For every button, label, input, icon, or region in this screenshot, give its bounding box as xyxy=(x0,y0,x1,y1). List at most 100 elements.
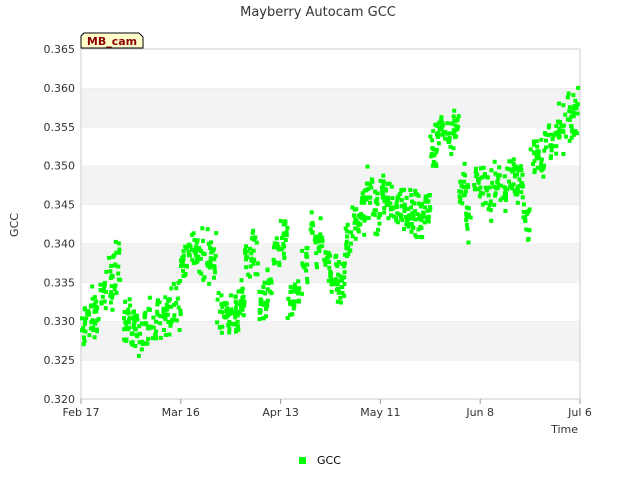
gcc-point xyxy=(329,289,334,294)
gcc-point xyxy=(288,299,293,304)
gcc-point xyxy=(434,147,439,152)
gcc-point xyxy=(411,225,416,230)
gcc-point xyxy=(459,189,464,194)
x-tick-label: Mar 16 xyxy=(162,406,200,419)
gcc-point xyxy=(365,164,370,169)
gcc-point xyxy=(418,224,423,229)
gcc-point xyxy=(554,151,559,156)
gcc-point xyxy=(126,311,131,316)
gcc-point xyxy=(145,341,150,346)
gcc-point xyxy=(507,167,512,172)
gcc-point xyxy=(137,340,142,345)
gcc-point xyxy=(402,227,406,231)
gcc-point xyxy=(544,138,548,143)
gcc-point xyxy=(167,332,172,337)
gcc-point xyxy=(262,280,267,285)
gcc-point xyxy=(272,261,277,266)
gcc-point xyxy=(402,205,407,210)
gcc-point xyxy=(571,93,576,98)
gcc-point xyxy=(394,201,399,206)
gcc-point xyxy=(92,295,97,300)
gcc-point xyxy=(466,240,471,245)
gcc-point xyxy=(140,321,144,326)
gcc-point xyxy=(414,192,419,197)
gcc-point xyxy=(541,174,546,179)
gcc-point xyxy=(461,193,466,198)
gcc-point xyxy=(439,126,444,131)
gcc-point xyxy=(481,174,486,179)
gcc-point xyxy=(486,207,491,212)
gcc-point xyxy=(245,254,249,259)
gcc-point xyxy=(353,217,358,222)
gcc-point xyxy=(132,314,137,319)
gcc-point xyxy=(423,205,428,210)
gcc-point xyxy=(109,263,113,268)
gcc-point xyxy=(107,255,111,260)
gcc-point xyxy=(336,272,341,277)
gcc-point xyxy=(502,174,507,179)
gcc-point xyxy=(516,168,521,173)
gcc-point xyxy=(280,247,285,252)
gcc-point xyxy=(117,250,122,255)
x-tick-label: Feb 17 xyxy=(63,406,100,419)
gcc-point xyxy=(566,91,571,96)
gcc-point xyxy=(153,333,158,338)
gcc-point xyxy=(305,262,310,267)
gcc-point xyxy=(538,166,543,171)
gcc-point xyxy=(239,288,244,293)
gcc-point xyxy=(369,177,374,182)
gcc-point xyxy=(561,152,566,156)
gcc-point xyxy=(420,201,425,206)
gcc-point xyxy=(122,316,126,321)
gcc-point xyxy=(87,333,92,338)
plot-band xyxy=(81,87,580,127)
gcc-point xyxy=(507,179,511,184)
gcc-point xyxy=(569,124,574,129)
gcc-point xyxy=(195,256,200,261)
gcc-point xyxy=(310,230,315,235)
gcc-point xyxy=(220,324,225,329)
y-tick-label: 0.345 xyxy=(44,199,76,212)
y-tick-label: 0.360 xyxy=(44,82,76,95)
gcc-point xyxy=(326,250,331,255)
x-tick-label: May 11 xyxy=(360,406,400,419)
gcc-point xyxy=(227,330,232,335)
gcc-point xyxy=(253,235,258,240)
gcc-point xyxy=(284,230,289,235)
gcc-point xyxy=(282,255,287,260)
gcc-point xyxy=(478,190,483,195)
gcc-point xyxy=(473,169,478,174)
gcc-point xyxy=(367,182,372,187)
gcc-point xyxy=(520,195,525,200)
gcc-point xyxy=(193,245,198,250)
plot-background-bands xyxy=(81,48,580,399)
gcc-point xyxy=(92,320,97,325)
gcc-point xyxy=(154,329,159,334)
gcc-point xyxy=(158,321,163,326)
gcc-point xyxy=(503,209,508,213)
gcc-point xyxy=(233,305,238,310)
gcc-point xyxy=(433,161,438,166)
gcc-point xyxy=(122,310,127,314)
gcc-point xyxy=(428,134,433,139)
gcc-point xyxy=(239,278,244,283)
gcc-point xyxy=(256,261,260,266)
gcc-point xyxy=(162,328,166,332)
gcc-point xyxy=(571,132,576,137)
gcc-point xyxy=(399,198,404,203)
gcc-point xyxy=(360,196,365,200)
gcc-point xyxy=(293,286,298,291)
gcc-point xyxy=(299,291,304,296)
gcc-point xyxy=(108,269,113,274)
gcc-point xyxy=(190,257,195,262)
gcc-point xyxy=(445,121,450,126)
gcc-point xyxy=(549,154,553,159)
gcc-point xyxy=(209,240,213,245)
gcc-point xyxy=(123,299,128,304)
gcc-point xyxy=(430,146,435,151)
gcc-point xyxy=(449,152,454,156)
gcc-point xyxy=(386,216,391,221)
gcc-point xyxy=(228,293,233,298)
gcc-point xyxy=(113,283,118,288)
gcc-point xyxy=(464,218,469,223)
